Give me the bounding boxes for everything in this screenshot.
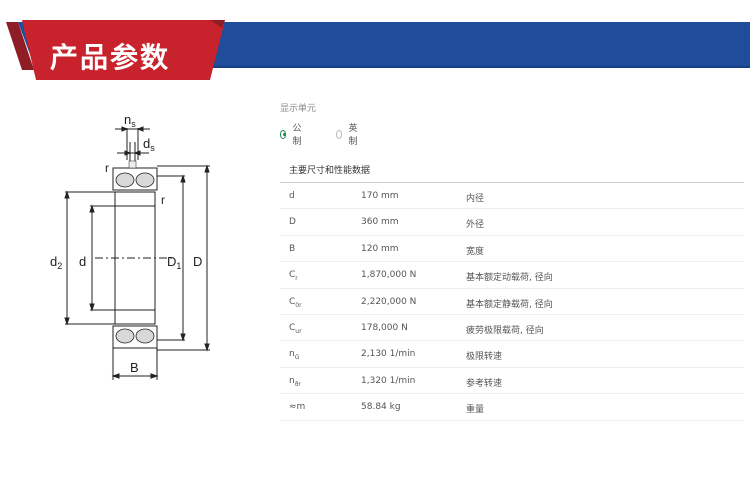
table-row: D 360 mm 外径 — [280, 209, 744, 236]
table-row: Cur 178,000 N 疲劳极限载荷, 径向 — [280, 315, 744, 342]
row-symbol: Cr — [289, 270, 298, 282]
row-description: 宽度 — [466, 246, 485, 257]
radio-metric-icon — [280, 129, 287, 139]
row-value: 120 mm — [361, 243, 399, 254]
label-ds: ds — [143, 136, 155, 153]
row-value: 2,220,000 N — [361, 296, 417, 307]
table-row: ≈m 58.84 kg 重量 — [280, 394, 744, 421]
row-value: 178,000 N — [361, 322, 408, 333]
radio-imperial-icon — [336, 129, 343, 139]
row-value: 1,320 1/min — [361, 375, 416, 386]
radio-imperial[interactable]: 英制 — [336, 121, 360, 147]
bearing-drawing: ns ds r r d2 d D1 D B — [45, 108, 245, 388]
units-label: 显示单元 — [280, 104, 317, 114]
row-symbol: Cur — [289, 322, 302, 335]
label-ns: ns — [124, 112, 136, 129]
radio-metric-label: 公制 — [292, 124, 302, 147]
row-description: 基本额定静载荷, 径向 — [466, 299, 553, 310]
label-D: D — [193, 254, 202, 269]
row-value: 360 mm — [361, 217, 399, 228]
row-symbol: B — [289, 243, 296, 254]
table-row: Cr 1,870,000 N 基本额定动载荷, 径向 — [280, 262, 744, 289]
label-B: B — [130, 360, 139, 375]
label-r-left: r — [105, 161, 109, 175]
section-title: 主要尺寸和性能数据 — [289, 166, 371, 176]
row-description: 重量 — [466, 405, 485, 416]
row-symbol: d — [289, 191, 295, 201]
row-symbol: C0r — [289, 296, 302, 309]
page-title: 产品参数 — [50, 41, 171, 74]
title-badge: 产品参数 — [0, 14, 240, 86]
table-row: nG 2,130 1/min 极限转速 — [280, 341, 744, 368]
row-symbol: nG — [289, 349, 300, 362]
row-description: 参考转速 — [466, 378, 503, 389]
row-symbol: D — [289, 217, 296, 228]
row-description: 极限转速 — [466, 352, 503, 363]
radio-imperial-label: 英制 — [348, 124, 358, 147]
spec-table: d 170 mm 内径 D 360 mm 外径 B 120 mm 宽度 Cr 1,870,00… — [280, 183, 744, 421]
table-row: d 170 mm 内径 — [280, 183, 744, 210]
label-D1: D1 — [167, 254, 181, 271]
row-symbol: nϑr — [289, 375, 301, 388]
row-value: 170 mm — [361, 191, 399, 201]
row-description: 内径 — [466, 194, 485, 204]
row-symbol: ≈m — [289, 402, 306, 413]
radio-metric[interactable]: 公制 — [280, 121, 304, 147]
row-value: 1,870,000 N — [361, 270, 417, 281]
row-value: 58.84 kg — [361, 402, 401, 413]
table-row: nϑr 1,320 1/min 参考转速 — [280, 368, 744, 395]
row-description: 疲劳极限载荷, 径向 — [466, 325, 544, 336]
row-description: 外径 — [466, 220, 485, 231]
row-description: 基本额定动载荷, 径向 — [466, 273, 553, 284]
bearing-drawing-svg: ns ds r r d2 d D1 D B — [50, 112, 210, 380]
table-row: B 120 mm 宽度 — [280, 236, 744, 263]
row-value: 2,130 1/min — [361, 349, 416, 360]
label-d: d — [79, 254, 86, 269]
table-row: C0r 2,220,000 N 基本额定静载荷, 径向 — [280, 289, 744, 315]
label-d2: d2 — [50, 254, 62, 271]
label-r-right: r — [161, 193, 165, 207]
